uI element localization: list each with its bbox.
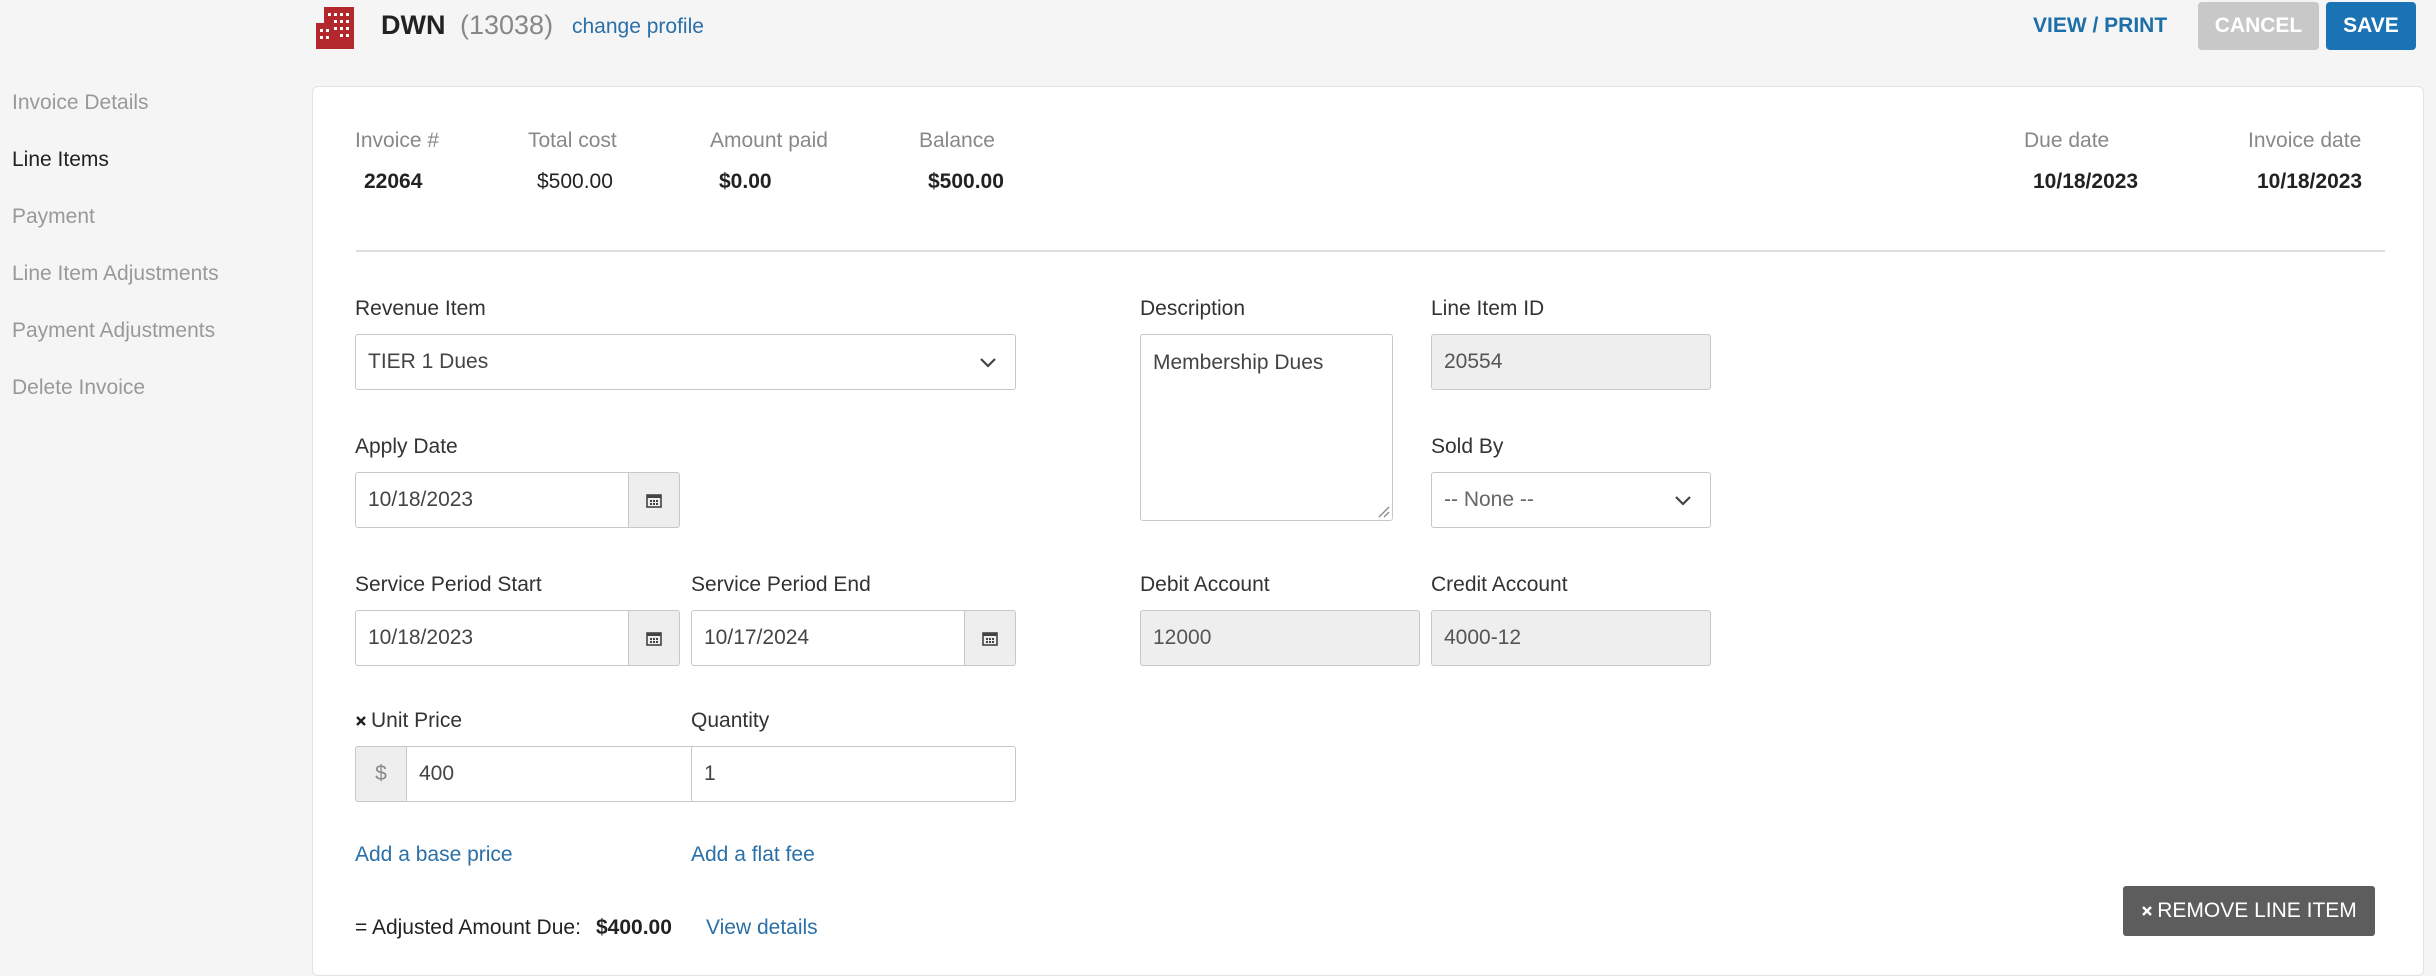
service-period-end-calendar-button[interactable] xyxy=(964,610,1016,666)
quantity-input[interactable]: 1 xyxy=(691,746,1016,802)
revenue-item-select[interactable]: TIER 1 Dues xyxy=(355,334,1016,390)
description-value: Membership Dues xyxy=(1153,351,1324,374)
calendar-icon xyxy=(982,632,998,646)
profile-id: (13038) xyxy=(460,10,554,40)
unit-price-label-text: Unit Price xyxy=(371,709,463,732)
service-period-start-label: Service Period Start xyxy=(355,573,542,596)
add-flat-fee-link[interactable]: Add a flat fee xyxy=(691,843,815,867)
quantity-value: 1 xyxy=(704,762,716,785)
sold-by-select[interactable]: -- None -- xyxy=(1431,472,1711,528)
unit-price-value: 400 xyxy=(419,762,455,785)
unit-price-label: Unit Price xyxy=(355,709,462,733)
apply-date-input[interactable]: 10/18/2023 xyxy=(355,472,629,528)
required-x-icon xyxy=(356,716,366,726)
amount-paid-label: Amount paid xyxy=(710,129,828,152)
sidebar-nav: Invoice Details Line Items Payment Line … xyxy=(12,88,302,430)
save-button[interactable]: SAVE xyxy=(2326,2,2416,50)
line-item-panel: Invoice # 22064 Total cost $500.00 Amoun… xyxy=(312,86,2424,976)
description-textarea[interactable]: Membership Dues xyxy=(1140,334,1393,521)
credit-account-value: 4000-12 xyxy=(1444,626,1522,649)
revenue-item-label: Revenue Item xyxy=(355,297,486,320)
service-period-start-calendar-button[interactable] xyxy=(628,610,680,666)
remove-line-item-label: REMOVE LINE ITEM xyxy=(2157,899,2357,922)
chevron-down-icon xyxy=(1675,496,1691,506)
add-base-price-link[interactable]: Add a base price xyxy=(355,843,513,867)
amount-paid-value: $0.00 xyxy=(719,170,772,193)
service-period-start-input[interactable]: 10/18/2023 xyxy=(355,610,629,666)
revenue-item-value: TIER 1 Dues xyxy=(368,350,489,373)
chevron-down-icon xyxy=(980,358,996,368)
service-period-end-label: Service Period End xyxy=(691,573,871,596)
summary-divider xyxy=(356,250,2385,252)
adjusted-amount-label: = Adjusted Amount Due: xyxy=(355,916,581,939)
balance-value: $500.00 xyxy=(928,170,1004,193)
apply-date-label: Apply Date xyxy=(355,435,458,458)
cancel-button[interactable]: CANCEL xyxy=(2198,2,2319,50)
calendar-icon xyxy=(646,494,662,508)
change-profile-link[interactable]: change profile xyxy=(572,15,704,39)
view-print-link[interactable]: VIEW / PRINT xyxy=(2033,14,2167,38)
due-date-value: 10/18/2023 xyxy=(2033,170,2139,193)
invoice-number-label: Invoice # xyxy=(355,129,440,152)
line-item-id-field: 20554 xyxy=(1431,334,1711,390)
remove-line-item-button[interactable]: REMOVE LINE ITEM xyxy=(2123,886,2375,936)
debit-account-field: 12000 xyxy=(1140,610,1420,666)
invoice-date-label: Invoice date xyxy=(2248,129,2362,152)
currency-symbol: $ xyxy=(375,762,387,785)
sidebar-item-payment[interactable]: Payment xyxy=(12,202,302,259)
sidebar-item-line-item-adjustments[interactable]: Line Item Adjustments xyxy=(12,259,302,316)
sidebar-item-payment-adjustments[interactable]: Payment Adjustments xyxy=(12,316,302,373)
line-item-id-value: 20554 xyxy=(1444,350,1503,373)
balance-label: Balance xyxy=(919,129,995,152)
debit-account-value: 12000 xyxy=(1153,626,1212,649)
profile-name: DWN xyxy=(381,10,446,40)
credit-account-label: Credit Account xyxy=(1431,573,1568,596)
description-label: Description xyxy=(1140,297,1246,320)
invoice-date-value: 10/18/2023 xyxy=(2257,170,2363,193)
calendar-icon xyxy=(646,632,662,646)
unit-price-input[interactable]: 400 xyxy=(406,746,731,802)
adjusted-amount-value: $400.00 xyxy=(596,916,672,939)
view-details-link[interactable]: View details xyxy=(706,916,818,940)
service-period-end-value: 10/17/2024 xyxy=(704,626,810,649)
organization-logo-icon xyxy=(316,7,354,49)
sidebar-item-delete-invoice[interactable]: Delete Invoice xyxy=(12,373,302,430)
apply-date-value: 10/18/2023 xyxy=(368,488,474,511)
invoice-number-value: 22064 xyxy=(364,170,423,193)
sidebar-item-line-items[interactable]: Line Items xyxy=(12,145,302,202)
close-icon xyxy=(2142,906,2153,916)
total-cost-label: Total cost xyxy=(528,129,617,152)
credit-account-field: 4000-12 xyxy=(1431,610,1711,666)
sidebar-item-invoice-details[interactable]: Invoice Details xyxy=(12,88,302,145)
apply-date-calendar-button[interactable] xyxy=(628,472,680,528)
sold-by-value: -- None -- xyxy=(1444,488,1534,511)
resize-handle-icon[interactable] xyxy=(1376,504,1390,518)
total-cost-value: $500.00 xyxy=(537,170,613,193)
debit-account-label: Debit Account xyxy=(1140,573,1270,596)
service-period-end-input[interactable]: 10/17/2024 xyxy=(691,610,965,666)
quantity-label: Quantity xyxy=(691,709,770,732)
line-item-id-label: Line Item ID xyxy=(1431,297,1545,320)
unit-price-currency-addon: $ xyxy=(355,746,407,802)
service-period-start-value: 10/18/2023 xyxy=(368,626,474,649)
sold-by-label: Sold By xyxy=(1431,435,1504,458)
due-date-label: Due date xyxy=(2024,129,2110,152)
